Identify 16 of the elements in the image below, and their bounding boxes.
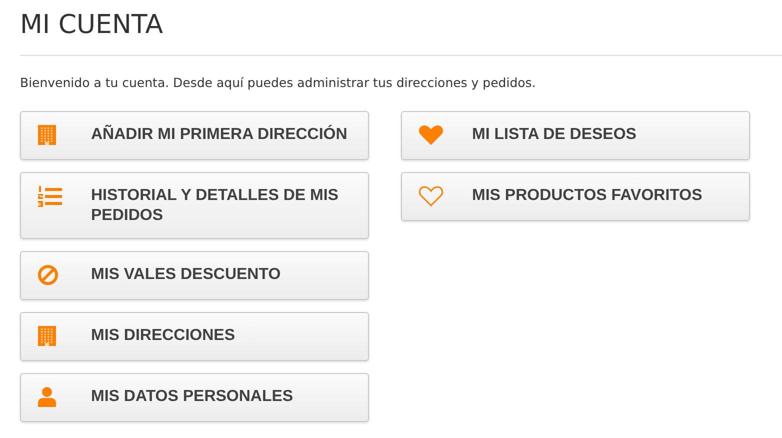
account-link-button[interactable]: HISTORIAL Y DETALLES DE MIS PEDIDOS	[20, 172, 369, 239]
user-icon	[37, 386, 57, 408]
numbered-list-icon	[37, 184, 63, 209]
account-link-button[interactable]: MIS PRODUCTOS FAVORITOS	[401, 172, 750, 221]
account-link-button[interactable]: MIS DIRECCIONES	[20, 312, 369, 361]
prohibited-icon	[37, 264, 59, 286]
account-link-button[interactable]: MIS VALES DESCUENTO	[20, 250, 369, 300]
account-link-button[interactable]: MI LISTA DE DESEOS	[401, 110, 750, 160]
building-icon	[37, 124, 57, 146]
page-title: MI CUENTA	[20, 9, 164, 42]
heart-icon	[418, 124, 444, 146]
account-link-button[interactable]: MIS DATOS PERSONALES	[20, 372, 369, 422]
building-icon	[37, 324, 57, 347]
intro-text: Bienvenido a tu cuenta. Desde aquí puedes administrar tus direcciones y pedidos.	[20, 74, 536, 92]
heart-outline-icon	[418, 184, 444, 207]
account-link-button[interactable]: AÑADIR MI PRIMERA DIRECCIÓN	[20, 110, 369, 160]
